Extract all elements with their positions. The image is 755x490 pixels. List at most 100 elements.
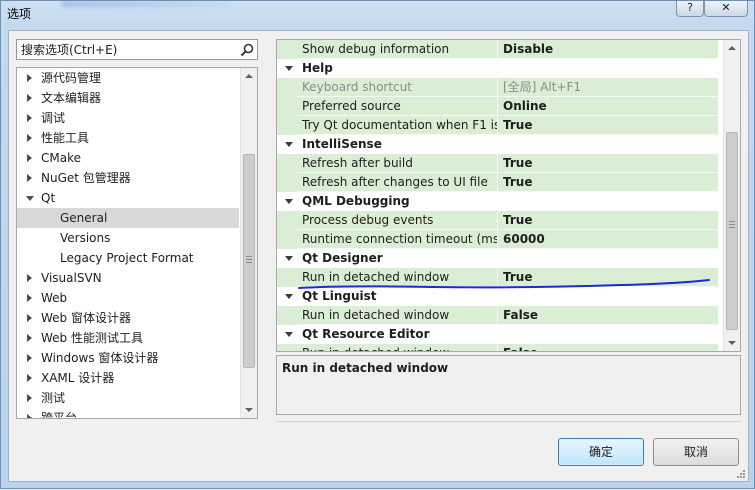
collapsed-arrow-icon[interactable] <box>27 334 32 342</box>
search-icon[interactable] <box>239 42 255 58</box>
title-bar[interactable]: 选项 ? ✕ <box>1 1 754 25</box>
tree-item[interactable]: Web 性能测试工具 <box>17 328 239 348</box>
tree-child-item[interactable]: Versions <box>17 228 239 248</box>
scroll-thumb[interactable] <box>243 154 255 368</box>
property-value[interactable]: 60000 <box>498 230 718 249</box>
property-name[interactable]: Keyboard shortcut <box>297 78 498 97</box>
property-category[interactable]: Qt Linguist <box>277 287 722 306</box>
property-value[interactable]: True <box>498 116 718 135</box>
scroll-down-arrow-icon[interactable] <box>245 408 253 412</box>
property-row[interactable]: Runtime connection timeout (mse 60000 <box>277 230 722 249</box>
property-category[interactable]: Qt Designer <box>277 249 722 268</box>
scroll-up-arrow-icon[interactable] <box>728 46 736 50</box>
property-value[interactable]: True <box>498 268 718 287</box>
collapsed-arrow-icon[interactable] <box>27 414 32 418</box>
property-value[interactable]: False <box>498 344 718 351</box>
property-name[interactable]: Try Qt documentation when F1 is <box>297 116 498 135</box>
category-expanded-arrow-icon[interactable] <box>285 142 293 147</box>
tree-item-label: Qt <box>41 191 56 205</box>
property-grid-scrollbar[interactable] <box>723 40 740 351</box>
collapsed-arrow-icon[interactable] <box>27 74 32 82</box>
collapsed-arrow-icon[interactable] <box>27 394 32 402</box>
tree-item[interactable]: 调试 <box>17 108 239 128</box>
scroll-thumb[interactable] <box>726 132 738 330</box>
category-expanded-arrow-icon[interactable] <box>285 294 293 299</box>
collapsed-arrow-icon[interactable] <box>27 94 32 102</box>
property-row[interactable]: Process debug events True <box>277 211 722 230</box>
expanded-arrow-icon[interactable] <box>26 196 34 201</box>
property-name[interactable]: Runtime connection timeout (mse <box>297 230 498 249</box>
property-row[interactable]: Try Qt documentation when F1 is True <box>277 116 722 135</box>
search-input[interactable] <box>17 40 235 59</box>
tree-item[interactable]: Web 窗体设计器 <box>17 308 239 328</box>
property-name[interactable]: Preferred source <box>297 97 498 116</box>
resize-grip-icon[interactable] <box>736 469 746 479</box>
ok-button[interactable]: 确定 <box>558 438 644 466</box>
cancel-button[interactable]: 取消 <box>653 438 739 466</box>
property-value[interactable]: Disable <box>498 40 718 59</box>
property-value[interactable]: True <box>498 173 718 192</box>
category-expanded-arrow-icon[interactable] <box>285 199 293 204</box>
property-row[interactable]: Run in detached windowFalse <box>277 344 722 351</box>
collapsed-arrow-icon[interactable] <box>27 354 32 362</box>
collapsed-arrow-icon[interactable] <box>27 114 32 122</box>
category-expanded-arrow-icon[interactable] <box>285 332 293 337</box>
property-name[interactable]: Refresh after build <box>297 154 498 173</box>
tree-child-item[interactable]: General <box>17 208 239 228</box>
property-value[interactable]: True <box>498 211 718 230</box>
property-category[interactable]: IntelliSense <box>277 135 722 154</box>
property-row[interactable]: Refresh after changes to UI file True <box>277 173 722 192</box>
property-row[interactable]: Run in detached windowFalse <box>277 306 722 325</box>
options-tree[interactable]: 源代码管理 文本编辑器 调试 性能工具 CMake NuGet 包管理器 Qt General… <box>16 67 258 419</box>
tree-item[interactable]: 跨平台 <box>17 408 239 418</box>
property-grid[interactable]: Show debug information Disable Help Keyboar… <box>276 39 741 352</box>
property-name[interactable]: Refresh after changes to UI file <box>297 173 498 192</box>
property-value[interactable]: True <box>498 154 718 173</box>
collapsed-arrow-icon[interactable] <box>27 314 32 322</box>
property-row[interactable]: Refresh after build True <box>277 154 722 173</box>
close-button[interactable]: ✕ <box>704 1 748 17</box>
property-name[interactable]: Run in detached window <box>297 344 498 351</box>
category-label: IntelliSense <box>302 137 382 151</box>
collapsed-arrow-icon[interactable] <box>27 274 32 282</box>
category-expanded-arrow-icon[interactable] <box>285 256 293 261</box>
tree-scrollbar[interactable] <box>240 68 257 418</box>
tree-item[interactable]: 源代码管理 <box>17 68 239 88</box>
tree-item[interactable]: Windows 窗体设计器 <box>17 348 239 368</box>
tree-item[interactable]: Qt <box>17 188 239 208</box>
property-value[interactable]: [全局] Alt+F1 <box>498 78 718 97</box>
tree-child-item[interactable]: Legacy Project Format <box>17 248 239 268</box>
tree-item[interactable]: NuGet 包管理器 <box>17 168 239 188</box>
collapsed-arrow-icon[interactable] <box>27 134 32 142</box>
tree-item[interactable]: XAML 设计器 <box>17 368 239 388</box>
help-button[interactable]: ? <box>676 1 704 17</box>
property-category[interactable]: QML Debugging <box>277 192 722 211</box>
tree-item[interactable]: 测试 <box>17 388 239 408</box>
tree-item[interactable]: CMake <box>17 148 239 168</box>
property-name[interactable]: Run in detached window <box>297 268 498 287</box>
property-name[interactable]: Run in detached window <box>297 306 498 325</box>
collapsed-arrow-icon[interactable] <box>27 154 32 162</box>
collapsed-arrow-icon[interactable] <box>27 374 32 382</box>
property-name[interactable]: Process debug events <box>297 211 498 230</box>
tree-item[interactable]: 性能工具 <box>17 128 239 148</box>
property-row[interactable]: Preferred source Online <box>277 97 722 116</box>
property-row[interactable]: Keyboard shortcut [全局] Alt+F1 <box>277 78 722 97</box>
collapsed-arrow-icon[interactable] <box>27 294 32 302</box>
property-value[interactable]: False <box>498 306 718 325</box>
category-expanded-arrow-icon[interactable] <box>285 66 293 71</box>
grip-line <box>246 262 252 263</box>
property-row[interactable]: Show debug information Disable <box>277 40 722 59</box>
tree-item[interactable]: VisualSVN <box>17 268 239 288</box>
property-name[interactable]: Show debug information <box>297 40 498 59</box>
property-value[interactable]: Online <box>498 97 718 116</box>
property-category[interactable]: Qt Resource Editor <box>277 325 722 344</box>
property-category[interactable]: Help <box>277 59 722 78</box>
tree-item[interactable]: 文本编辑器 <box>17 88 239 108</box>
scroll-down-arrow-icon[interactable] <box>728 341 736 345</box>
scroll-up-arrow-icon[interactable] <box>245 74 253 78</box>
dialog-body: 源代码管理文本编辑器调试性能工具 CMake NuGet 包管理器 Qt General… <box>8 30 749 482</box>
collapsed-arrow-icon[interactable] <box>27 174 32 182</box>
tree-item[interactable]: Web <box>17 288 239 308</box>
property-row[interactable]: Run in detached window True <box>277 268 722 287</box>
